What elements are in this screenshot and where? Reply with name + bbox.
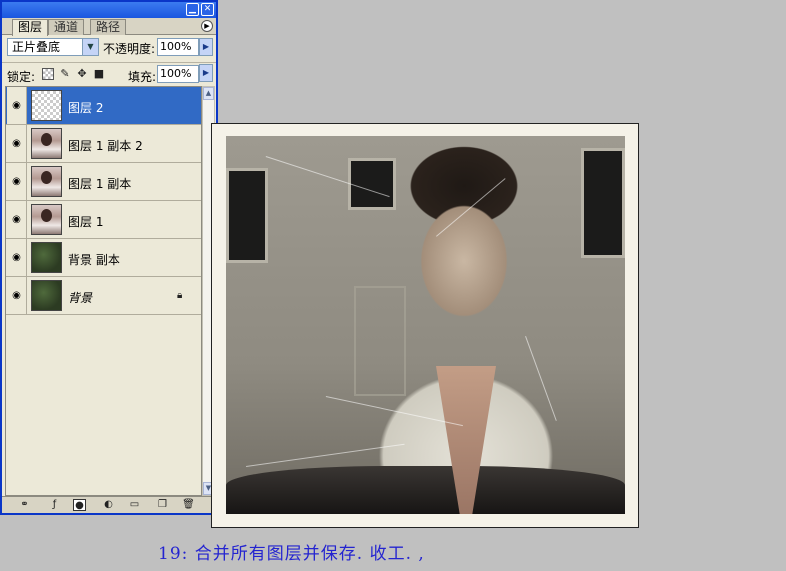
layer-style-icon[interactable]: ƒ bbox=[48, 499, 61, 511]
lock-icon: 🔒︎ bbox=[177, 290, 183, 301]
palette-bottom-bar: ⚭ ƒ ● ◐ ▭ ❐ 🗑︎ bbox=[2, 496, 216, 513]
fill-label: 填充: bbox=[128, 70, 157, 84]
layer-name: 图层 2 bbox=[68, 101, 104, 115]
layer-name: 背景 副本 bbox=[68, 253, 120, 267]
layer-row[interactable]: ◉ 图层 1 副本 bbox=[6, 163, 201, 201]
palette-menu-icon[interactable]: ▶ bbox=[201, 20, 213, 32]
eye-icon[interactable]: ◉ bbox=[7, 201, 27, 238]
layer-name: 图层 1 副本 bbox=[68, 177, 132, 191]
eye-icon[interactable]: ◉ bbox=[7, 163, 27, 200]
eye-icon[interactable]: ◉ bbox=[7, 277, 27, 314]
layer-row[interactable]: ◉ 图层 1 bbox=[6, 201, 201, 239]
step-caption: 19: 合并所有图层并保存. 收工. , bbox=[158, 544, 425, 564]
blend-mode-select[interactable]: 正片叠底 ▼ bbox=[7, 38, 99, 56]
eye-icon[interactable]: ◉ bbox=[7, 125, 27, 162]
tab-paths[interactable]: 路径 bbox=[90, 19, 127, 35]
fill-input[interactable]: 100% bbox=[157, 65, 199, 83]
layer-thumbnail bbox=[31, 280, 62, 311]
opacity-input[interactable]: 100% bbox=[157, 38, 199, 56]
chevron-down-icon[interactable]: ▼ bbox=[82, 39, 98, 55]
layer-thumbnail bbox=[31, 166, 62, 197]
layer-thumbnail bbox=[31, 90, 62, 121]
close-icon[interactable]: ✕ bbox=[201, 3, 214, 16]
eye-icon[interactable]: ◉ bbox=[7, 87, 27, 124]
photo-crack bbox=[525, 336, 557, 421]
layer-thumbnail bbox=[31, 128, 62, 159]
layer-name: 图层 1 bbox=[68, 215, 104, 229]
fill-slider-arrow-icon[interactable]: ▶ bbox=[199, 64, 213, 82]
photo-crack bbox=[246, 443, 405, 467]
lock-label: 锁定: bbox=[7, 70, 36, 84]
scroll-up-icon[interactable]: ▲ bbox=[203, 87, 214, 100]
trash-icon[interactable]: 🗑︎ bbox=[182, 499, 195, 511]
lock-row: 锁定: ✎ ✥ ■ 填充: 100% bbox=[2, 62, 216, 84]
layer-thumbnail bbox=[31, 204, 62, 235]
photo-door-panel bbox=[354, 286, 406, 396]
photo-window-right bbox=[581, 148, 625, 258]
blend-row: 正片叠底 ▼ 不透明度: 100% bbox=[2, 36, 216, 58]
photo-crack bbox=[436, 178, 506, 237]
add-mask-icon[interactable]: ● bbox=[73, 499, 86, 511]
layer-row[interactable]: ◉ 图层 1 副本 2 bbox=[6, 125, 201, 163]
layers-palette: ▁ ✕ 图层 通道 路径 ▶ 正片叠底 ▼ 不透明度: 100% ▶ 锁定: ✎… bbox=[0, 0, 218, 515]
photo-sofa bbox=[226, 466, 625, 514]
layer-row[interactable]: ◉ 背景 副本 bbox=[6, 239, 201, 277]
layer-row[interactable]: ◉ 背景 🔒︎ bbox=[6, 277, 201, 315]
layer-name: 背景 bbox=[68, 291, 93, 305]
opacity-slider-arrow-icon[interactable]: ▶ bbox=[199, 38, 213, 56]
tab-layers[interactable]: 图层 bbox=[12, 19, 49, 36]
new-group-folder-icon[interactable]: ▭ bbox=[128, 499, 141, 511]
palette-tabs: 图层 通道 路径 ▶ bbox=[2, 18, 216, 36]
tab-channels[interactable]: 通道 bbox=[48, 19, 85, 35]
new-layer-icon[interactable]: ❐ bbox=[156, 499, 169, 511]
opacity-label: 不透明度: bbox=[103, 42, 156, 56]
photo-frame bbox=[211, 123, 639, 528]
minimize-icon[interactable]: ▁ bbox=[186, 3, 199, 16]
adjustment-layer-icon[interactable]: ◐ bbox=[102, 499, 115, 511]
palette-titlebar[interactable]: ▁ ✕ bbox=[2, 2, 216, 18]
vintage-photo bbox=[226, 136, 625, 514]
photo-window-left bbox=[226, 168, 268, 263]
layer-thumbnail bbox=[31, 242, 62, 273]
lock-transparency-icon[interactable] bbox=[42, 68, 54, 80]
lock-all-icon[interactable]: ■ bbox=[93, 68, 105, 80]
layers-list: ◉ 图层 2 ◉ 图层 1 副本 2 ◉ 图层 1 副本 ◉ 图层 1 ◉ 背景… bbox=[5, 86, 202, 496]
blend-mode-value: 正片叠底 bbox=[12, 40, 61, 54]
eye-icon[interactable]: ◉ bbox=[7, 239, 27, 276]
lock-position-move-icon[interactable]: ✥ bbox=[76, 68, 88, 80]
layer-name: 图层 1 副本 2 bbox=[68, 139, 143, 153]
layer-row[interactable]: ◉ 图层 2 bbox=[6, 87, 201, 125]
lock-pixels-brush-icon[interactable]: ✎ bbox=[59, 68, 71, 80]
link-layers-icon[interactable]: ⚭ bbox=[18, 499, 31, 511]
